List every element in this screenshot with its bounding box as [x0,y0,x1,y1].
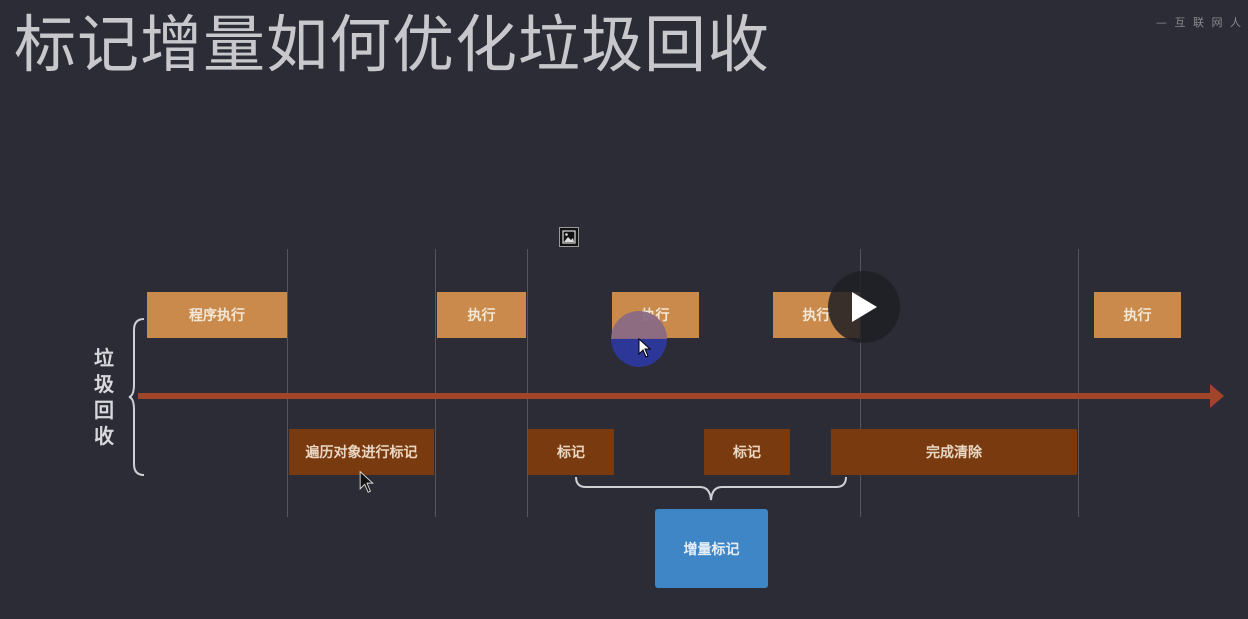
play-icon [852,292,877,322]
timeline-arrow-head [1210,384,1224,408]
gc-box-mark: 标记 [528,429,614,475]
timeline-divider [1078,249,1079,517]
incremental-marking-box: 增量标记 [655,509,768,588]
gc-box-sweep: 完成清除 [831,429,1077,475]
mouse-cursor-icon [638,338,652,358]
timeline-arrow [138,393,1212,399]
gc-box-mark: 标记 [704,429,790,475]
gc-box-traverse: 遍历对象进行标记 [289,429,434,475]
exec-box-program: 程序执行 [147,292,287,338]
timeline-divider [435,249,436,517]
bottom-brace [575,476,847,501]
slide-title: 标记增量如何优化垃圾回收 [14,8,771,81]
play-button[interactable] [828,271,900,343]
mouse-cursor-icon [359,470,374,493]
exec-box: 执行 [437,292,526,338]
timeline-divider [527,249,528,517]
left-brace [128,318,145,476]
timeline-divider [287,249,288,517]
image-icon[interactable] [559,227,579,247]
gc-axis-label: 垃圾回收 [94,346,114,448]
exec-box: 执行 [1094,292,1181,338]
brand-tagline: — 互 联 网 人 实 战 [1156,16,1248,29]
